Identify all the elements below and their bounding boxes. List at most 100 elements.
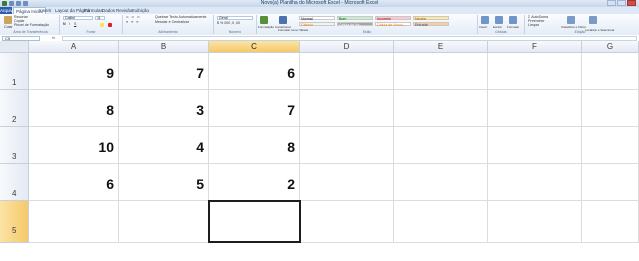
wrap-text-button[interactable]: Quebrar Texto Automaticamente [155,15,206,19]
cell-d1[interactable] [300,53,394,90]
cell-b4[interactable]: 5 [119,164,209,201]
minimize-button[interactable] [607,0,616,6]
cell-e2[interactable] [394,90,488,127]
cell-f1[interactable] [488,53,582,90]
cell-c4[interactable]: 2 [209,164,300,201]
cell-e4[interactable] [394,164,488,201]
cell-e3[interactable] [394,127,488,164]
cell-d2[interactable] [300,90,394,127]
cell-a1[interactable]: 9 [29,53,119,90]
cell-c2[interactable]: 7 [209,90,300,127]
row-header-4[interactable]: 4 [0,164,29,201]
window-title: Novo(a) Planilha do Microsoft Excel - Mi… [260,0,379,6]
row-header-1[interactable]: 1 [0,53,29,90]
cell-b3[interactable]: 4 [119,127,209,164]
paste-icon[interactable] [4,16,12,24]
title-bar: Novo(a) Planilha do Microsoft Excel - Mi… [0,0,639,7]
style-incorreto[interactable]: Incorreto [375,16,411,21]
column-header-b[interactable]: B [119,41,209,53]
cell-g5[interactable] [582,201,639,243]
cell-d3[interactable] [300,127,394,164]
font-name-select[interactable]: Calibri [63,16,93,20]
cell-e1[interactable] [394,53,488,90]
style-celula-verificacao[interactable]: Célula de Ve... [337,22,373,27]
cell-a5[interactable] [29,201,119,243]
cell-a2[interactable]: 8 [29,90,119,127]
font-size-select[interactable]: 11 [95,16,105,20]
sort-filter-button[interactable]: Classificar e Filtrar [561,25,586,29]
cell-d4[interactable] [300,164,394,201]
delete-button[interactable]: Excluir [493,25,502,29]
tab-view[interactable]: Exibição [130,7,151,14]
style-normal[interactable]: Normal [299,16,335,21]
style-entrada[interactable]: Entrada [413,22,449,27]
cell-g1[interactable] [582,53,639,90]
paste-button[interactable]: Colar [4,25,13,29]
sort-filter-icon[interactable] [567,16,575,24]
ribbon: Recortar Copiar Pincel de Formatação Col… [0,14,639,36]
format-button[interactable]: Formatar [507,25,519,29]
number-label: Número [228,30,242,34]
tab-file[interactable]: Arquivo [0,7,15,14]
conditional-formatting-icon[interactable] [260,16,268,24]
cell-a3[interactable]: 10 [29,127,119,164]
column-header-g[interactable]: G [582,41,639,53]
column-header-d[interactable]: D [300,41,394,53]
underline-button[interactable]: S [74,22,76,26]
merge-center-button[interactable]: Mesclar e Centralizar [155,20,189,24]
format-cells-icon[interactable] [509,16,517,24]
font-label: Fonte [86,30,96,34]
tab-insert[interactable]: Inserir [37,7,54,14]
style-neutra[interactable]: Neutra [413,16,449,21]
horizontal-align-buttons[interactable]: ≡ ≡ ≡ [126,20,139,24]
cell-f2[interactable] [488,90,582,127]
cell-d5[interactable] [300,201,394,243]
column-header-a[interactable]: A [29,41,119,53]
cell-f5[interactable] [488,201,582,243]
format-painter-button[interactable]: Pincel de Formatação [14,23,49,27]
row-header-2[interactable]: 2 [0,90,29,127]
cell-e5[interactable] [394,201,488,243]
delete-cells-icon[interactable] [495,16,503,24]
find-select-icon[interactable] [589,16,597,24]
font-color-icon[interactable] [108,23,112,27]
cells-group: Inserir Excluir Formatar Células [478,15,525,34]
cell-c3[interactable]: 8 [209,127,300,164]
style-celula-vinculada[interactable]: Célula de Vincul... [375,22,411,27]
cell-g4[interactable] [582,164,639,201]
italic-button[interactable]: I [69,22,70,26]
cell-b1[interactable]: 7 [119,53,209,90]
alignment-label: Alinhamento [158,30,178,34]
cell-g3[interactable] [582,127,639,164]
number-format-buttons[interactable]: $ % 000 ,0 ,00 [217,21,240,25]
format-as-table-icon[interactable] [279,16,287,24]
cell-f4[interactable] [488,164,582,201]
formula-input[interactable] [62,35,637,41]
clear-button[interactable]: Limpar [528,23,539,27]
bold-button[interactable]: N [63,22,66,26]
cell-c1[interactable]: 6 [209,53,300,90]
column-header-f[interactable]: F [488,41,582,53]
insert-cells-icon[interactable] [481,16,489,24]
font-group: Calibri 11 N I S Fonte [60,15,123,34]
vertical-align-buttons[interactable]: ═ ═ ═ [126,15,141,19]
cell-g2[interactable] [582,90,639,127]
style-bom[interactable]: Bom [337,16,373,21]
select-all-corner[interactable] [0,41,29,53]
close-button[interactable] [627,0,636,6]
maximize-button[interactable] [617,0,626,6]
cell-f3[interactable] [488,127,582,164]
column-header-c[interactable]: C [209,41,300,53]
row-header-3[interactable]: 3 [0,127,29,164]
column-header-e[interactable]: E [394,41,488,53]
style-calculo[interactable]: Cálculo [299,22,335,27]
insert-button[interactable]: Inserir [479,25,487,29]
styles-group: Formatação Condicional Formatar como Tab… [257,15,478,34]
row-header-5[interactable]: 5 [0,201,29,243]
cell-b5[interactable] [119,201,209,243]
number-format-select[interactable]: Geral [217,16,253,20]
fill-color-icon[interactable] [100,23,104,27]
name-box[interactable]: C5 [2,35,40,41]
cell-b2[interactable]: 3 [119,90,209,127]
cell-a4[interactable]: 6 [29,164,119,201]
